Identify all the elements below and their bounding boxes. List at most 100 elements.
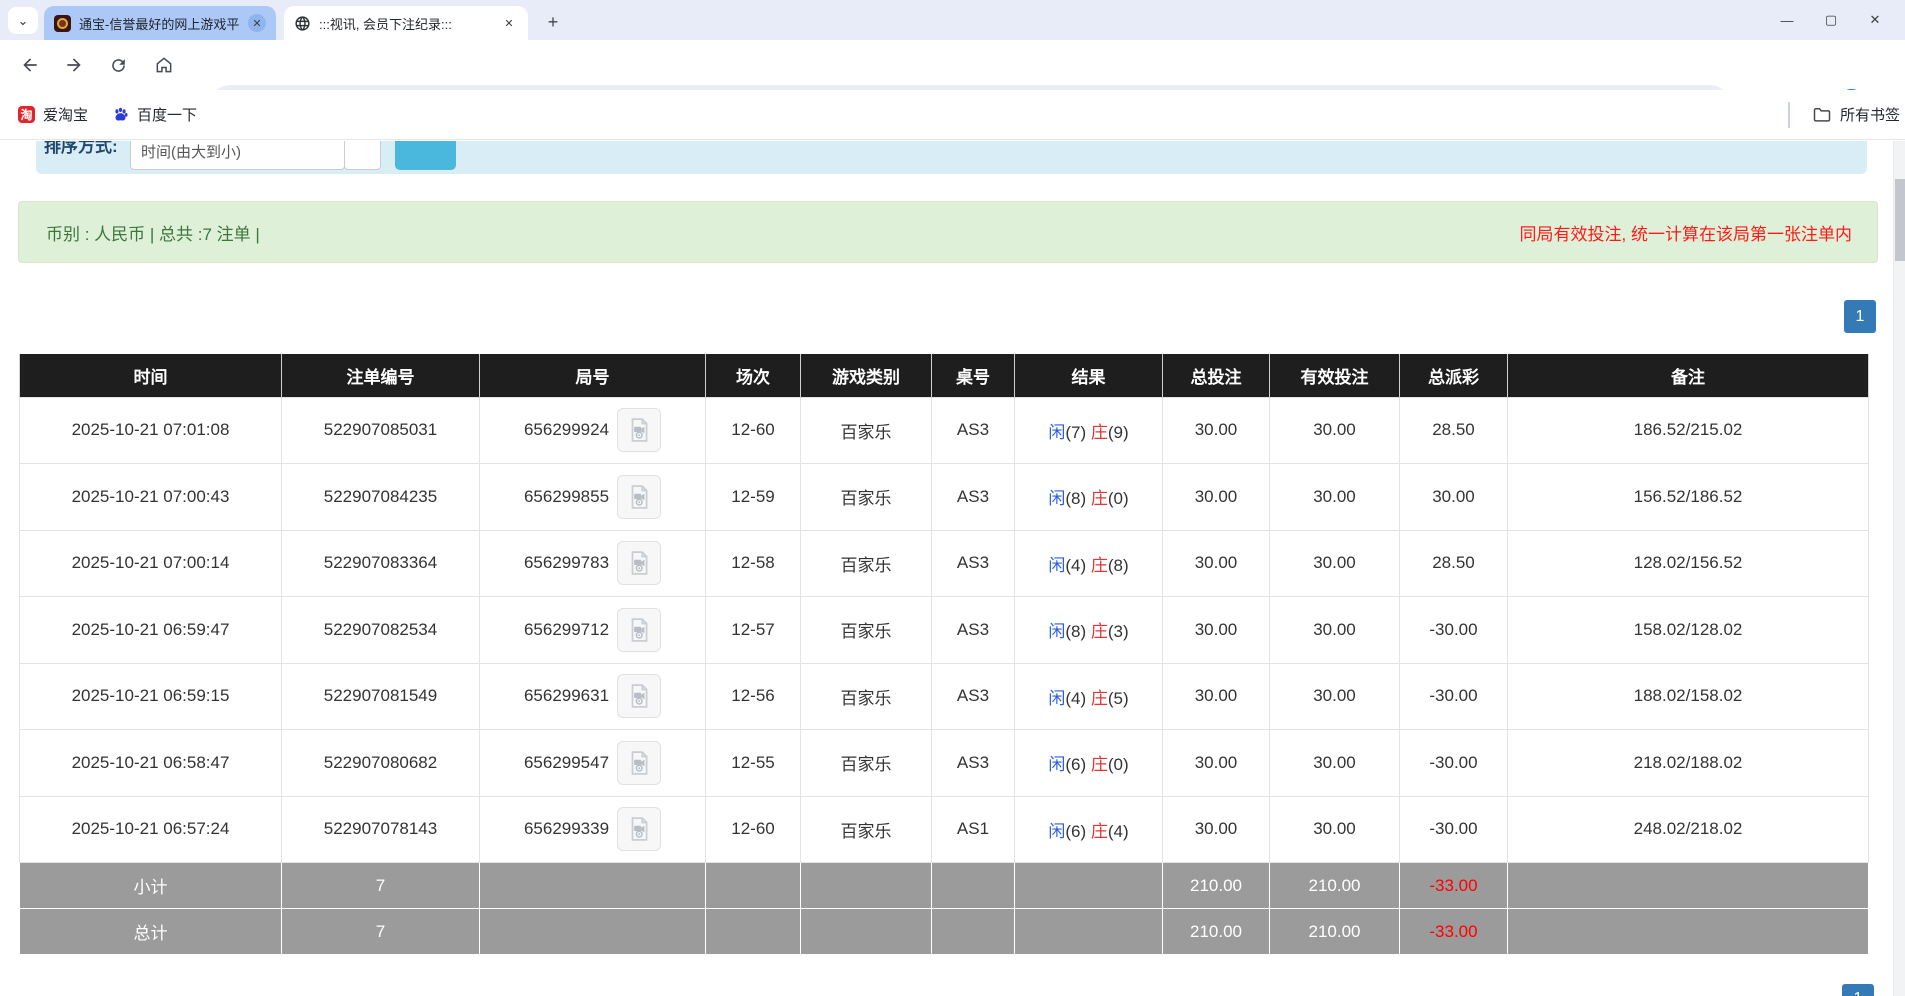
total-bet-link[interactable]: 30.00 (1163, 796, 1270, 863)
back-button[interactable] (14, 49, 46, 81)
session-number: 12-57 (706, 597, 801, 664)
bet-time: 2025-10-21 06:58:47 (20, 730, 282, 797)
page-scrollbar[interactable] (1893, 141, 1905, 996)
bookmark-baidu[interactable]: 百度一下 (112, 104, 197, 125)
banker-label: 庄 (1091, 822, 1108, 841)
sort-select[interactable]: 时间(由大到小) (130, 141, 345, 170)
video-camera-icon (626, 750, 652, 776)
round-wrap: 656299924 (524, 408, 661, 452)
player-score: (6) (1065, 822, 1091, 841)
remark: 188.02/158.02 (1508, 663, 1869, 730)
session-number: 12-55 (706, 730, 801, 797)
table-number: AS3 (932, 397, 1015, 464)
video-replay-button[interactable] (617, 541, 661, 585)
footer-total-bet: 210.00 (1163, 863, 1270, 909)
new-tab-button[interactable]: + (540, 9, 566, 35)
total-bet-link[interactable]: 30.00 (1163, 663, 1270, 730)
video-replay-button[interactable] (617, 408, 661, 452)
total-bet-link[interactable]: 30.00 (1163, 397, 1270, 464)
column-header: 场次 (706, 354, 801, 397)
round-wrap: 656299339 (524, 807, 661, 851)
table-row: 2025-10-21 07:01:08522907085031656299924… (20, 397, 1869, 464)
session-number: 12-60 (706, 796, 801, 863)
total-bet-link[interactable]: 30.00 (1163, 530, 1270, 597)
remark: 248.02/218.02 (1508, 796, 1869, 863)
tab-casino-platform[interactable]: 通宝-信誉最好的网上游戏平台 ✕ (44, 6, 276, 40)
banker-label: 庄 (1091, 689, 1108, 708)
home-button[interactable] (148, 49, 180, 81)
banker-score: (3) (1108, 622, 1129, 641)
minimize-button[interactable]: — (1765, 13, 1809, 28)
footer-empty (1508, 909, 1869, 955)
video-replay-button[interactable] (617, 674, 661, 718)
footer-empty (480, 863, 706, 909)
session-number: 12-56 (706, 663, 801, 730)
valid-bet: 30.00 (1270, 397, 1400, 464)
maximize-button[interactable]: ▢ (1809, 12, 1853, 28)
close-button[interactable]: ✕ (1853, 12, 1897, 28)
player-score: (6) (1065, 755, 1091, 774)
banker-score: (4) (1108, 822, 1129, 841)
banker-label: 庄 (1091, 423, 1108, 442)
player-label: 闲 (1048, 822, 1065, 841)
footer-empty (480, 909, 706, 955)
footer-empty (932, 863, 1015, 909)
valid-bet: 30.00 (1270, 597, 1400, 664)
bookmarks-divider (1788, 102, 1790, 128)
tab-bet-records[interactable]: :::视讯, 会员下注纪录::: ✕ (284, 6, 528, 40)
video-replay-button[interactable] (617, 608, 661, 652)
table-row: 2025-10-21 06:59:15522907081549656299631… (20, 663, 1869, 730)
player-score: (4) (1065, 556, 1091, 575)
pagination-page-1-bottom[interactable]: 1 (1842, 984, 1874, 996)
browser-toolbar: dongshouji.com/ipl/portal.php/game/betre… (0, 40, 1905, 90)
game-result: 闲(6) 庄(4) (1015, 796, 1163, 863)
session-number: 12-59 (706, 464, 801, 531)
bookmark-taobao[interactable]: 淘 爱淘宝 (18, 104, 88, 125)
tab-close-icon[interactable]: ✕ (248, 14, 266, 32)
tab-strip: ⌄ 通宝-信誉最好的网上游戏平台 ✕ :::视讯, 会员下注纪录::: ✕ + … (0, 0, 1905, 40)
all-bookmarks-button[interactable]: 所有书签 (1812, 104, 1900, 125)
video-replay-button[interactable] (617, 807, 661, 851)
reload-button[interactable] (102, 49, 134, 81)
search-button[interactable] (395, 141, 456, 170)
player-score: (4) (1065, 689, 1091, 708)
banker-score: (5) (1108, 689, 1129, 708)
forward-button[interactable] (58, 49, 90, 81)
total-bet-link[interactable]: 30.00 (1163, 597, 1270, 664)
round-number-cell: 656299712 (480, 597, 706, 664)
tab-close-icon[interactable]: ✕ (500, 14, 518, 32)
bet-number: 522907078143 (282, 796, 480, 863)
remark: 158.02/128.02 (1508, 597, 1869, 664)
footer-empty (706, 909, 801, 955)
pagination-page-1[interactable]: 1 (1844, 300, 1876, 333)
video-camera-icon (626, 417, 652, 443)
footer-valid-bet: 210.00 (1270, 863, 1400, 909)
column-header: 局号 (480, 354, 706, 397)
game-result: 闲(4) 庄(5) (1015, 663, 1163, 730)
total-bet-link[interactable]: 30.00 (1163, 464, 1270, 531)
footer-empty (1015, 863, 1163, 909)
tab-search-button[interactable]: ⌄ (8, 7, 38, 34)
scrollbar-thumb[interactable] (1895, 179, 1905, 261)
video-replay-button[interactable] (617, 741, 661, 785)
video-replay-button[interactable] (617, 475, 661, 519)
bet-number: 522907081549 (282, 663, 480, 730)
table-row: 2025-10-21 06:59:47522907082534656299712… (20, 597, 1869, 664)
session-number: 12-58 (706, 530, 801, 597)
bet-time: 2025-10-21 06:59:15 (20, 663, 282, 730)
banker-label: 庄 (1091, 556, 1108, 575)
bet-time: 2025-10-21 07:00:43 (20, 464, 282, 531)
game-result: 闲(8) 庄(3) (1015, 597, 1163, 664)
browser-window: ⌄ 通宝-信誉最好的网上游戏平台 ✕ :::视讯, 会员下注纪录::: ✕ + … (0, 0, 1905, 996)
total-bet-link[interactable]: 30.00 (1163, 730, 1270, 797)
table-number: AS3 (932, 530, 1015, 597)
game-result: 闲(8) 庄(0) (1015, 464, 1163, 531)
payout: 30.00 (1400, 464, 1508, 531)
sort-dropdown-arrow[interactable] (344, 141, 381, 170)
remark: 128.02/156.52 (1508, 530, 1869, 597)
player-label: 闲 (1048, 556, 1065, 575)
column-header: 桌号 (932, 354, 1015, 397)
column-header: 总投注 (1163, 354, 1270, 397)
footer-total-bet: 210.00 (1163, 909, 1270, 955)
column-header: 总派彩 (1400, 354, 1508, 397)
